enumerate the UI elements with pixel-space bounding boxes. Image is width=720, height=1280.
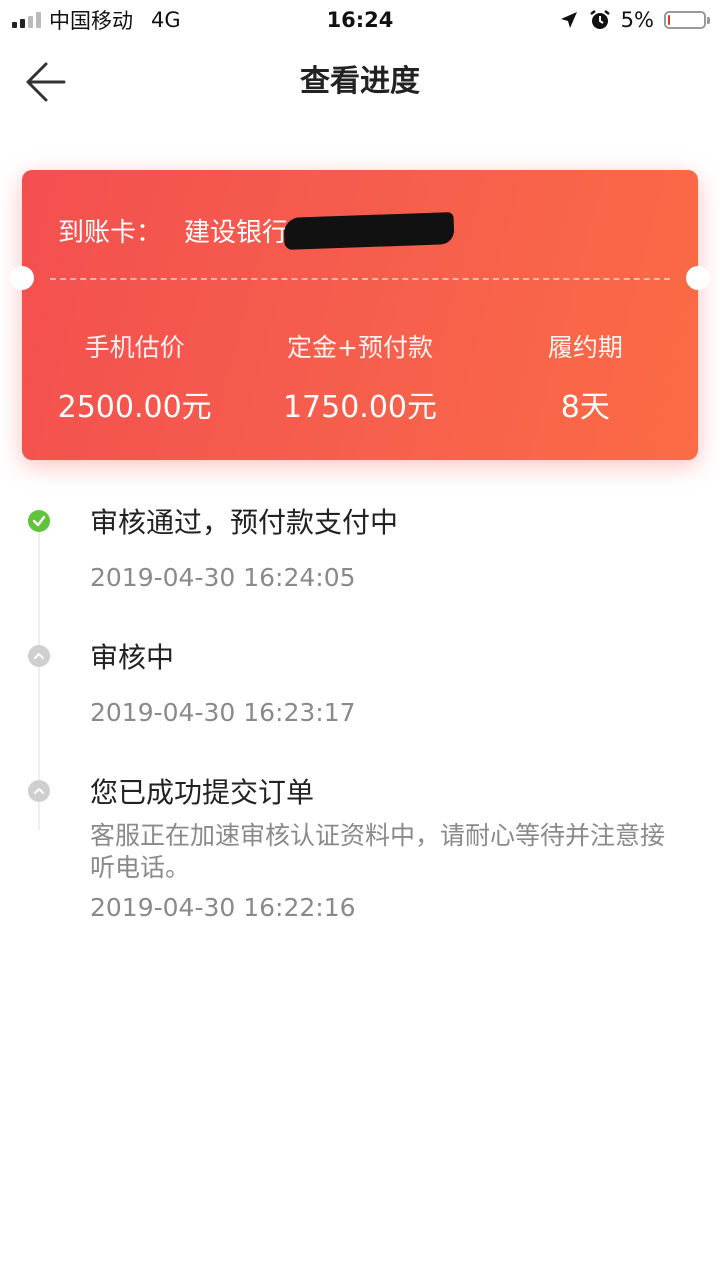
redaction-mark [283,211,455,250]
stat-period: 履约期 8天 [473,330,698,428]
network-label: 4G [151,8,181,32]
timeline-desc: 客服正在加速审核认证资料中，请耐心等待并注意接听电话。 [90,821,666,882]
summary-card: 到账卡： 建设银行 手机估价 2500.00元 定金+预付款 1750.00元 … [10,170,710,460]
signal-icon [12,12,41,28]
card-stats: 手机估价 2500.00元 定金+预付款 1750.00元 履约期 8天 [22,330,698,428]
status-bar: 中国移动 4G 16:24 5% [0,0,720,40]
alarm-icon [589,10,610,29]
timeline-time: 2019-04-30 16:24:05 [90,563,356,592]
stat-label: 定金+预付款 [287,333,433,362]
timeline-title: 审核中 [90,641,175,674]
account-label: 到账卡： [58,218,163,248]
stat-label: 手机估价 [84,333,185,362]
stat-label: 履约期 [547,333,623,362]
stat-estimate: 手机估价 2500.00元 [22,330,247,428]
status-bar-left: 中国移动 4G [12,6,181,34]
battery-icon [664,11,710,29]
account-row: 到账卡： 建设银行 [58,211,455,250]
chevron-up-circle-icon [28,645,50,667]
card-notch-left [10,266,34,290]
stat-value: 8天 [560,390,610,425]
stat-deposit: 定金+预付款 1750.00元 [247,330,472,428]
account-value: 建设银行 [184,218,289,248]
battery-fill [668,15,670,25]
chevron-up-circle-icon [28,780,50,802]
card-divider [50,278,670,280]
timeline-title: 审核通过，预付款支付中 [90,506,399,539]
carrier-label: 中国移动 [49,9,133,33]
timeline-time: 2019-04-30 16:22:16 [90,893,356,922]
timeline-title: 您已成功提交订单 [90,776,315,809]
nav-bar: 查看进度 [0,40,720,124]
stat-value: 2500.00元 [57,390,212,425]
battery-percent: 5% [620,8,654,32]
check-circle-icon [28,510,50,532]
timeline-time: 2019-04-30 16:23:17 [90,698,356,727]
page-title: 查看进度 [300,64,420,99]
status-bar-right: 5% [559,6,710,34]
card-notch-right [686,266,710,290]
location-arrow-icon [560,12,577,28]
stat-value: 1750.00元 [282,390,438,425]
